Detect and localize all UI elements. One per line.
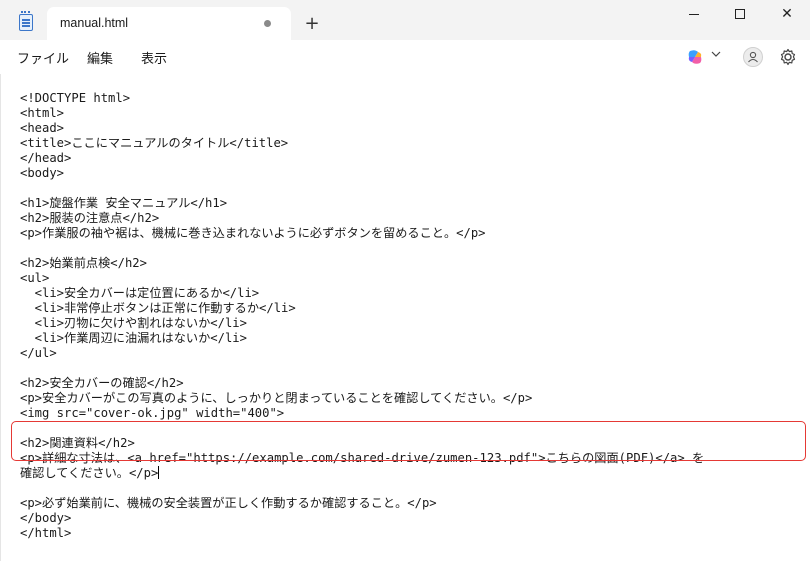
editor-line: <h2>服装の注意点</h2> — [20, 211, 160, 225]
editor-line: </ul> — [20, 346, 57, 360]
editor-line: <img src="cover-ok.jpg" width="400"> — [20, 406, 285, 420]
editor-line: <title>ここにマニュアルのタイトル</title> — [20, 136, 289, 150]
gear-icon[interactable] — [778, 47, 798, 67]
editor-line: </html> — [20, 526, 72, 540]
menu-edit[interactable]: 編集 — [87, 48, 113, 67]
editor-line: <p>作業服の袖や裾は、機械に巻き込まれないように必ずボタンを留めること。</p… — [20, 226, 486, 240]
maximize-button[interactable] — [717, 0, 763, 30]
copilot-icon[interactable] — [686, 48, 704, 66]
text-caret — [158, 466, 160, 479]
editor-line: <html> — [20, 106, 65, 120]
editor-line-text: 確認してください。</p> — [20, 466, 159, 480]
editor-line: <li>安全カバーは定位置にあるか</li> — [20, 286, 260, 300]
editor-line: <body> — [20, 166, 65, 180]
editor-line: <li>刃物に欠けや割れはないか</li> — [20, 316, 247, 330]
tab-title: manual.html — [60, 16, 129, 30]
editor-line: <p>必ず始業前に、機械の安全装置が正しく作動するか確認すること。</p> — [20, 496, 437, 510]
editor-line: <!DOCTYPE html> — [20, 91, 131, 105]
title-bar: manual.html + ✕ — [0, 0, 810, 40]
editor-left-edge — [0, 74, 1, 561]
minimize-button[interactable] — [671, 0, 717, 30]
editor-line: <h2>始業前点検</h2> — [20, 256, 147, 270]
menu-file[interactable]: ファイル — [17, 48, 69, 67]
notepad-icon — [19, 11, 33, 31]
highlight-annotation — [11, 421, 806, 461]
menu-bar: ファイル 編集 表示 — [0, 40, 810, 74]
editor-line: 確認してください。</p> — [20, 466, 160, 481]
maximize-icon — [735, 9, 745, 19]
editor-line: <p>安全カバーがこの写真のように、しっかりと閉まっていることを確認してください… — [20, 391, 533, 405]
editor-line: <ul> — [20, 271, 50, 285]
account-icon[interactable] — [743, 47, 763, 67]
menu-view[interactable]: 表示 — [141, 48, 167, 67]
tab-manual-html[interactable]: manual.html — [47, 7, 291, 40]
chevron-down-icon[interactable] — [711, 49, 721, 59]
editor-line: <li>作業周辺に油漏れはないか</li> — [20, 331, 247, 345]
unsaved-dot-icon[interactable] — [264, 20, 271, 27]
close-button[interactable]: ✕ — [764, 0, 810, 30]
editor-line: <head> — [20, 121, 65, 135]
editor-line: <li>非常停止ボタンは正常に作動するか</li> — [20, 301, 296, 315]
editor-line: </body> — [20, 511, 72, 525]
editor-line: <h2>安全カバーの確認</h2> — [20, 376, 184, 390]
minimize-icon — [689, 13, 699, 15]
editor-line: <h1>旋盤作業 安全マニュアル</h1> — [20, 196, 228, 210]
text-editor[interactable]: <!DOCTYPE html> <html> <head> <title>ここに… — [0, 74, 810, 561]
new-tab-button[interactable]: + — [300, 12, 324, 36]
editor-line: </head> — [20, 151, 72, 165]
